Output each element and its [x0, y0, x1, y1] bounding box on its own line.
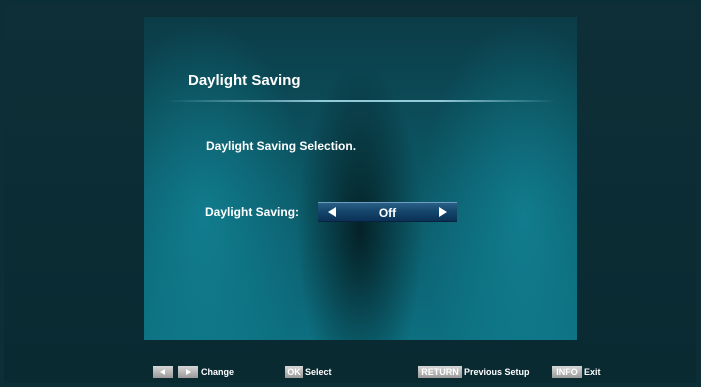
settings-panel: Daylight Saving Daylight Saving Selectio… [144, 17, 577, 340]
exit-label: Exit [584, 367, 601, 377]
title-divider [166, 100, 556, 102]
left-key-icon [160, 369, 165, 375]
arrow-right-icon[interactable] [439, 207, 447, 217]
previous-setup-label: Previous Setup [464, 367, 530, 377]
daylight-saving-label: Daylight Saving: [205, 205, 300, 219]
info-key-badge[interactable]: INFO [552, 366, 582, 378]
footer-key-guide: Change OK Select RETURN Previous Setup I… [0, 366, 701, 382]
right-key-icon [186, 369, 191, 375]
left-key-badge[interactable] [153, 366, 173, 378]
page-title: Daylight Saving [188, 72, 301, 89]
return-key-badge[interactable]: RETURN [418, 366, 462, 378]
daylight-saving-value: Off [378, 206, 397, 220]
ok-key-badge[interactable]: OK [285, 366, 303, 378]
change-label: Change [201, 367, 235, 377]
select-label: Select [305, 367, 332, 377]
right-key-badge[interactable] [178, 366, 198, 378]
section-heading: Daylight Saving Selection. [206, 139, 357, 153]
daylight-saving-selector[interactable]: Off [318, 202, 457, 222]
